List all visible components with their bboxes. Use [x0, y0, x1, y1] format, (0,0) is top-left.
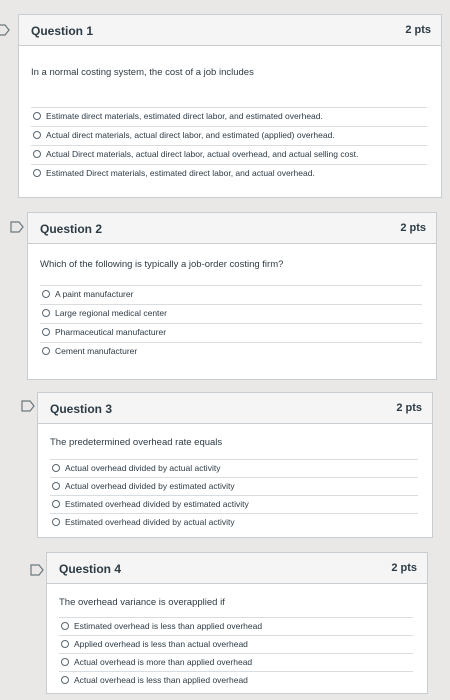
radio-button[interactable] — [52, 500, 60, 508]
radio-button[interactable] — [42, 309, 50, 317]
answer-option[interactable]: Estimated overhead is less than applied … — [59, 617, 413, 635]
answer-option[interactable]: Cement manufacturer — [40, 342, 422, 360]
answer-option[interactable]: Estimated Direct materials, estimated di… — [31, 164, 427, 182]
question-title: Question 3 — [50, 402, 113, 416]
radio-button[interactable] — [61, 622, 69, 630]
radio-button[interactable] — [61, 658, 69, 666]
answer-option[interactable]: Pharmaceutical manufacturer — [40, 323, 422, 341]
question-1-card: Question 1 2 pts In a normal costing sys… — [18, 14, 442, 198]
answer-label: Estimated overhead is less than applied … — [74, 621, 263, 631]
question-4-card: Question 4 2 pts The overhead variance i… — [46, 552, 428, 694]
radio-button[interactable] — [61, 676, 69, 684]
answer-option[interactable]: Large regional medical center — [40, 304, 422, 322]
question-header: Question 2 2 pts — [28, 213, 436, 244]
answer-label: Actual overhead divided by estimated act… — [65, 481, 235, 491]
flag-question-icon[interactable] — [10, 221, 24, 233]
question-header: Question 1 2 pts — [19, 15, 441, 46]
question-text: The predetermined overhead rate equals — [50, 437, 223, 448]
flag-question-icon[interactable] — [30, 564, 44, 576]
question-title: Question 4 — [59, 562, 122, 576]
question-3-card: Question 3 2 pts The predetermined overh… — [37, 392, 433, 538]
answer-label: Actual overhead divided by actual activi… — [65, 463, 221, 473]
radio-button[interactable] — [52, 518, 60, 526]
answer-label: Estimated Direct materials, estimated di… — [46, 168, 315, 178]
question-title: Question 1 — [31, 24, 94, 38]
answer-option[interactable]: Actual overhead is more than applied ove… — [59, 653, 413, 671]
radio-button[interactable] — [52, 464, 60, 472]
radio-button[interactable] — [61, 640, 69, 648]
radio-button[interactable] — [42, 290, 50, 298]
answer-label: Estimated overhead divided by estimated … — [65, 499, 249, 509]
radio-button[interactable] — [33, 169, 41, 177]
answer-label: Pharmaceutical manufacturer — [55, 327, 167, 337]
answer-option[interactable]: Estimated overhead divided by actual act… — [50, 513, 418, 531]
radio-button[interactable] — [33, 112, 41, 120]
question-header: Question 3 2 pts — [38, 393, 432, 424]
question-points: 2 pts — [405, 24, 431, 36]
answer-option[interactable]: Estimated overhead divided by estimated … — [50, 495, 418, 513]
answer-option[interactable]: Actual overhead divided by actual activi… — [50, 459, 418, 477]
answer-option[interactable]: Actual overhead divided by estimated act… — [50, 477, 418, 495]
answer-option[interactable]: Estimate direct materials, estimated dir… — [31, 107, 427, 125]
answer-label: Estimated overhead divided by actual act… — [65, 517, 235, 527]
answer-label: Actual direct materials, actual direct l… — [46, 130, 335, 140]
question-points: 2 pts — [391, 562, 417, 574]
radio-button[interactable] — [33, 150, 41, 158]
answer-label: Large regional medical center — [55, 308, 167, 318]
question-points: 2 pts — [400, 222, 426, 234]
answer-option[interactable]: Actual overhead is less than applied ove… — [59, 671, 413, 689]
answer-option[interactable]: Actual Direct materials, actual direct l… — [31, 145, 427, 163]
answer-label: Estimate direct materials, estimated dir… — [46, 111, 323, 121]
flag-question-icon[interactable] — [21, 400, 35, 412]
question-text: Which of the following is typically a jo… — [40, 259, 284, 270]
answer-label: A paint manufacturer — [55, 289, 134, 299]
question-points: 2 pts — [396, 402, 422, 414]
question-header: Question 4 2 pts — [47, 553, 427, 584]
radio-button[interactable] — [42, 328, 50, 336]
answer-label: Applied overhead is less than actual ove… — [74, 639, 248, 649]
question-text: In a normal costing system, the cost of … — [31, 67, 254, 78]
radio-button[interactable] — [42, 347, 50, 355]
question-title: Question 2 — [40, 222, 103, 236]
answer-option[interactable]: Actual direct materials, actual direct l… — [31, 126, 427, 144]
question-text: The overhead variance is overapplied if — [59, 597, 225, 608]
answer-option[interactable]: A paint manufacturer — [40, 285, 422, 303]
answer-label: Actual overhead is less than applied ove… — [74, 675, 248, 685]
answer-label: Actual Direct materials, actual direct l… — [46, 149, 359, 159]
answer-label: Cement manufacturer — [55, 346, 138, 356]
answer-option[interactable]: Applied overhead is less than actual ove… — [59, 635, 413, 653]
radio-button[interactable] — [33, 131, 41, 139]
question-2-card: Question 2 2 pts Which of the following … — [27, 212, 437, 380]
answer-label: Actual overhead is more than applied ove… — [74, 657, 253, 667]
radio-button[interactable] — [52, 482, 60, 490]
flag-question-icon[interactable] — [0, 24, 10, 36]
